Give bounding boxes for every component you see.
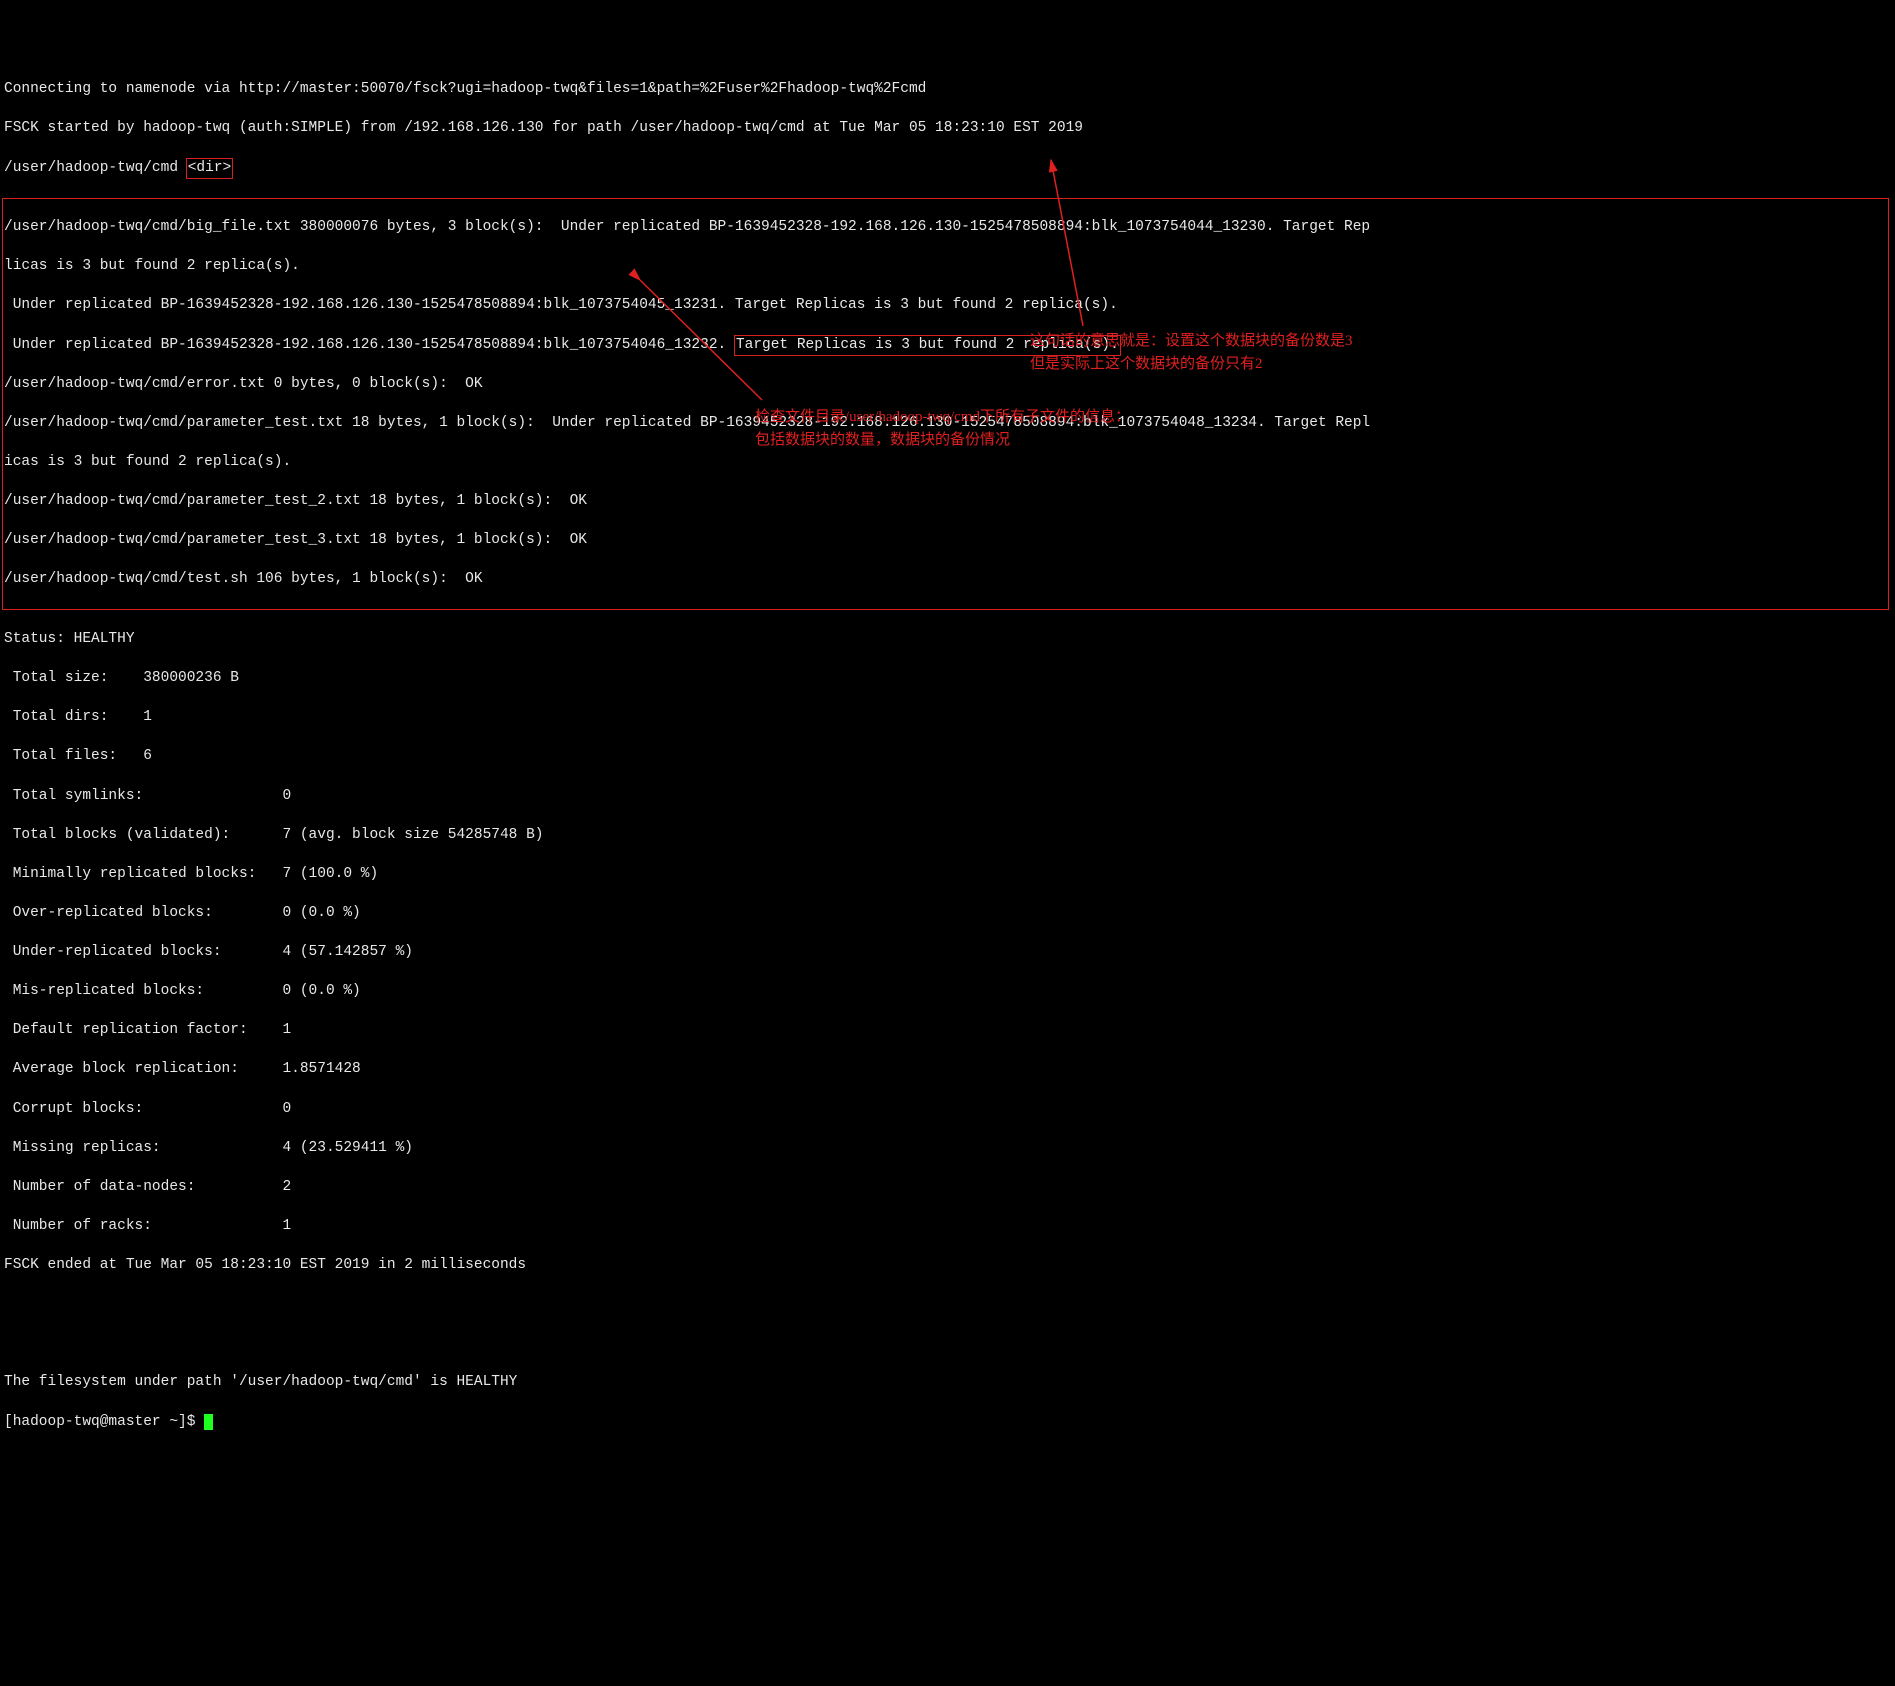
status-row: Average block replication: 1.8571428 — [4, 1060, 1891, 1080]
status-row: Total blocks (validated): 7 (avg. block … — [4, 826, 1891, 846]
blank-line — [4, 1334, 1891, 1354]
cursor-icon — [204, 1414, 213, 1430]
status-row: Number of racks: 1 — [4, 1217, 1891, 1237]
terminal-line: icas is 3 but found 2 replica(s). — [4, 453, 1887, 473]
terminal-line: /user/hadoop-twq/cmd/test.sh 106 bytes, … — [4, 570, 1887, 590]
fsck-file-block-box: /user/hadoop-twq/cmd/big_file.txt 380000… — [2, 198, 1889, 611]
terminal-line: /user/hadoop-twq/cmd <dir> — [4, 159, 1891, 179]
blank-line — [4, 1295, 1891, 1315]
shell-prompt[interactable]: [hadoop-twq@master ~]$ — [4, 1413, 1891, 1433]
status-row: Missing replicas: 4 (23.529411 %) — [4, 1139, 1891, 1159]
annotation-left: 检查文件目录/user/hadoop-twq/cmd下所有子文件的信息： 包括数… — [755, 406, 1130, 451]
status-row: Over-replicated blocks: 0 (0.0 %) — [4, 904, 1891, 924]
terminal-line: Under replicated BP-1639452328-192.168.1… — [4, 336, 1887, 356]
terminal-line: Connecting to namenode via http://master… — [4, 80, 1891, 100]
terminal-line: /user/hadoop-twq/cmd/big_file.txt 380000… — [4, 218, 1887, 238]
status-row: Default replication factor: 1 — [4, 1021, 1891, 1041]
fsck-end-line: FSCK ended at Tue Mar 05 18:23:10 EST 20… — [4, 1256, 1891, 1276]
status-row: Number of data-nodes: 2 — [4, 1178, 1891, 1198]
filesystem-healthy-line: The filesystem under path '/user/hadoop-… — [4, 1373, 1891, 1393]
annotation-text: 但是实际上这个数据块的备份只有2 — [1030, 353, 1353, 376]
annotation-text: 包括数据块的数量，数据块的备份情况 — [755, 429, 1130, 452]
status-title: Status: HEALTHY — [4, 630, 1891, 650]
terminal-line: licas is 3 but found 2 replica(s). — [4, 257, 1887, 277]
status-row: Total size: 380000236 B — [4, 669, 1891, 689]
annotation-text: 这句话的意思就是：设置这个数据块的备份数是3 — [1030, 330, 1353, 353]
terminal-line: /user/hadoop-twq/cmd/parameter_test_2.tx… — [4, 492, 1887, 512]
status-row: Total symlinks: 0 — [4, 787, 1891, 807]
terminal-line: Under replicated BP-1639452328-192.168.1… — [4, 296, 1887, 316]
text-fragment: Under replicated BP-1639452328-192.168.1… — [4, 337, 735, 353]
path-text: /user/hadoop-twq/cmd — [4, 160, 187, 176]
terminal-line: FSCK started by hadoop-twq (auth:SIMPLE)… — [4, 119, 1891, 139]
status-row: Total files: 6 — [4, 747, 1891, 767]
annotation-text: 检查文件目录/user/hadoop-twq/cmd下所有子文件的信息： — [755, 406, 1130, 429]
terminal-line: /user/hadoop-twq/cmd/error.txt 0 bytes, … — [4, 375, 1887, 395]
terminal-line: /user/hadoop-twq/cmd/parameter_test_3.tx… — [4, 531, 1887, 551]
status-row: Under-replicated blocks: 4 (57.142857 %) — [4, 943, 1891, 963]
annotation-right: 这句话的意思就是：设置这个数据块的备份数是3 但是实际上这个数据块的备份只有2 — [1030, 330, 1353, 375]
dir-tag-boxed: <dir> — [186, 158, 234, 180]
status-row: Minimally replicated blocks: 7 (100.0 %) — [4, 865, 1891, 885]
status-row: Mis-replicated blocks: 0 (0.0 %) — [4, 982, 1891, 1002]
status-row: Total dirs: 1 — [4, 708, 1891, 728]
status-row: Corrupt blocks: 0 — [4, 1100, 1891, 1120]
prompt-text: [hadoop-twq@master ~]$ — [4, 1414, 204, 1430]
